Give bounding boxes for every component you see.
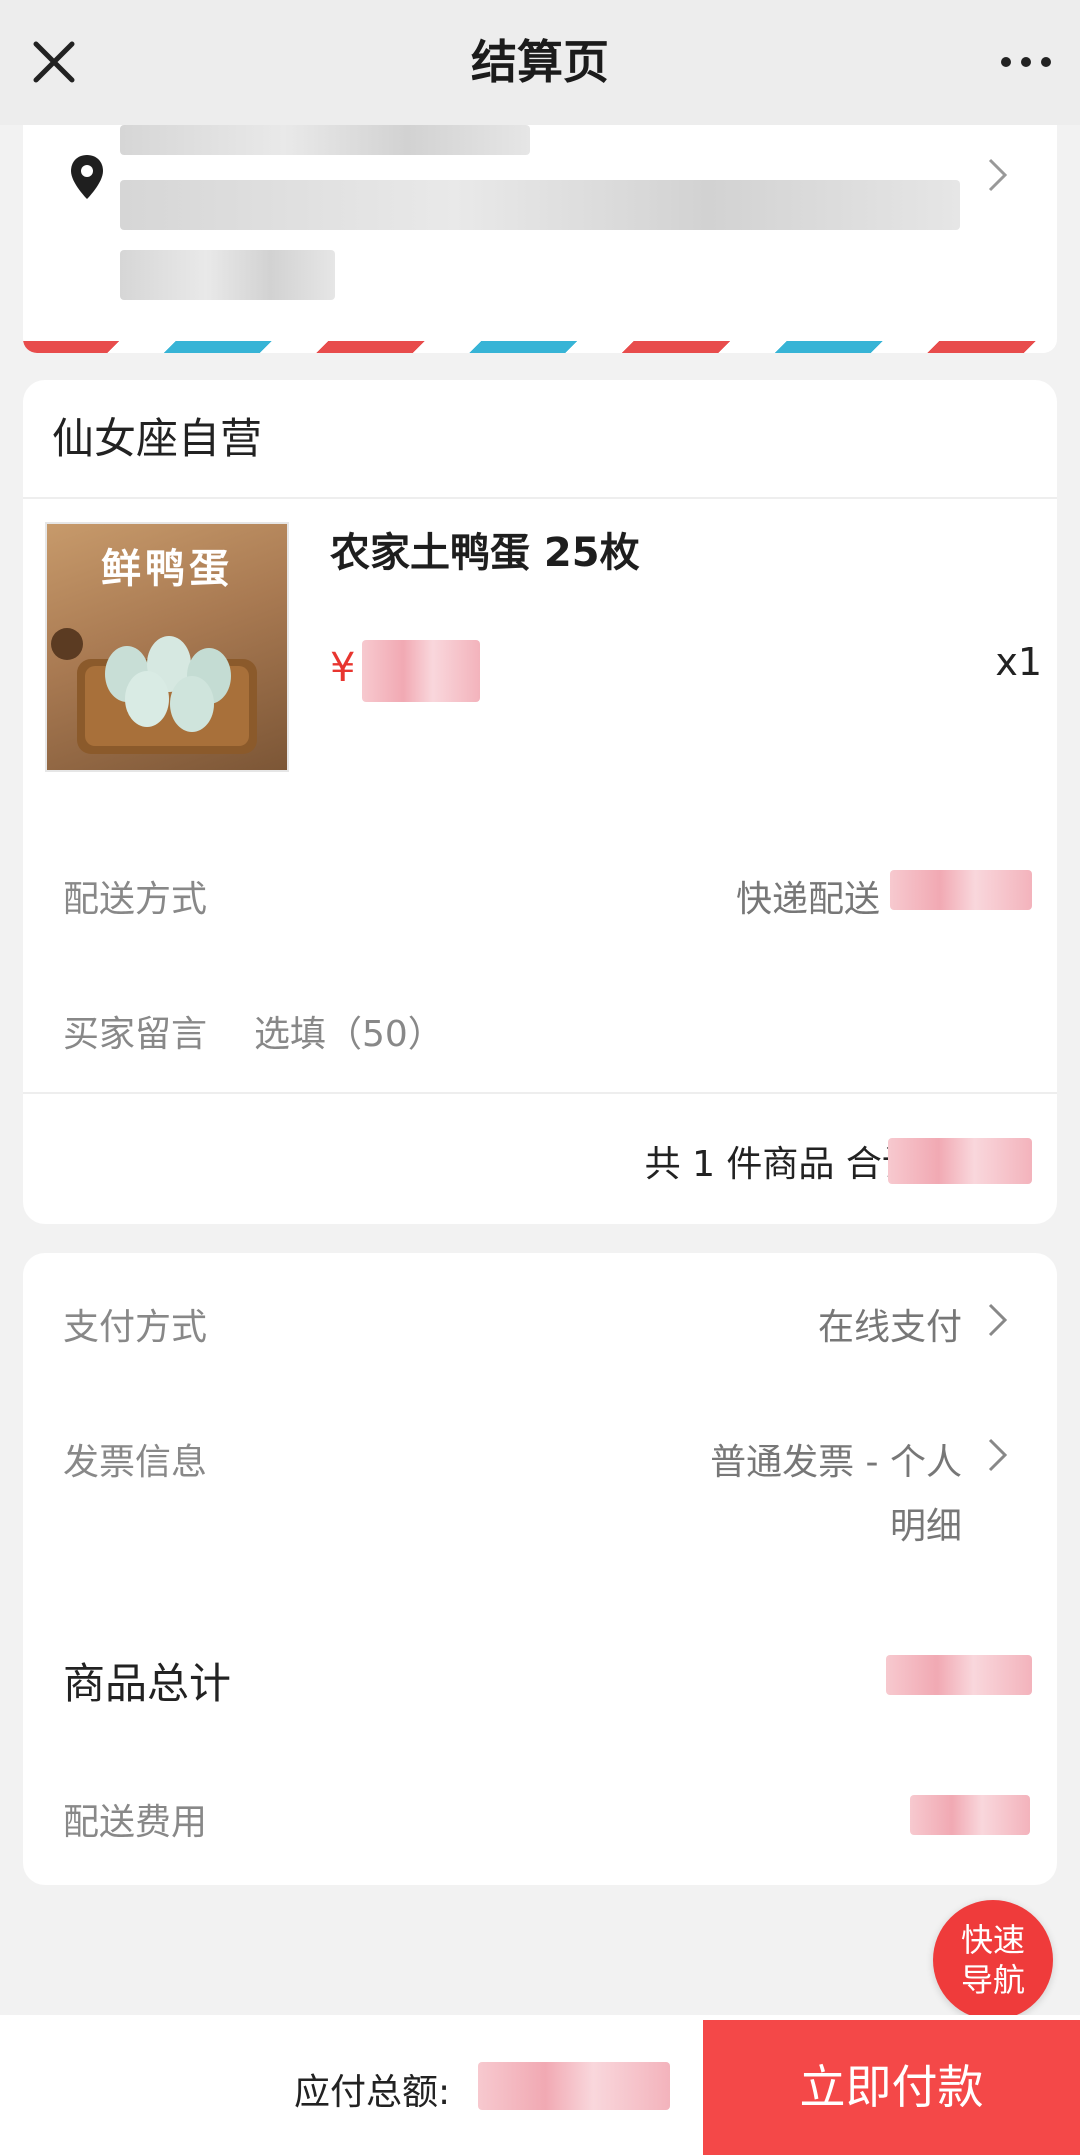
quick-nav-line1: 快速 bbox=[960, 1921, 1025, 1959]
divider bbox=[23, 1092, 1057, 1094]
delivery-label: 配送方式 bbox=[63, 879, 208, 920]
address-line-redacted bbox=[120, 180, 960, 230]
page-title: 结算页 bbox=[471, 35, 609, 89]
price-currency: ¥ bbox=[330, 645, 356, 691]
address-card[interactable] bbox=[23, 125, 1057, 353]
product-name: 农家土鸭蛋 25枚 bbox=[330, 530, 640, 576]
airmail-stripe bbox=[23, 341, 1057, 353]
address-line2-redacted bbox=[120, 250, 335, 300]
payment-method-label: 支付方式 bbox=[63, 1307, 208, 1348]
more-dots-icon[interactable] bbox=[994, 30, 1058, 94]
chevron-right-icon[interactable] bbox=[985, 1300, 1011, 1340]
amount-due-label: 应付总额: bbox=[294, 2072, 451, 2113]
subtotal-redacted bbox=[888, 1138, 1032, 1184]
quick-nav-button[interactable]: 快速 导航 bbox=[933, 1900, 1053, 2020]
divider bbox=[23, 497, 1057, 499]
location-pin-icon bbox=[71, 155, 103, 199]
shipping-fee-redacted bbox=[910, 1795, 1030, 1835]
price-redacted bbox=[362, 640, 480, 702]
product-image[interactable]: 鲜鸭蛋 bbox=[45, 522, 289, 772]
goods-total-redacted bbox=[886, 1655, 1032, 1695]
buyer-message-input[interactable]: 选填（50） bbox=[254, 1005, 444, 1057]
invoice-label: 发票信息 bbox=[63, 1442, 208, 1483]
address-name-redacted bbox=[120, 125, 530, 155]
shop-card bbox=[23, 380, 1057, 1224]
amount-due-redacted bbox=[478, 2062, 670, 2110]
top-bar: 结算页 bbox=[0, 0, 1080, 125]
shop-name: 仙女座自营 bbox=[52, 414, 263, 463]
product-quantity: x1 bbox=[995, 640, 1042, 684]
delivery-value[interactable]: 快递配送 bbox=[736, 870, 880, 922]
invoice-value[interactable]: 普通发票 - 个人 bbox=[710, 1433, 962, 1485]
delivery-fee-redacted bbox=[890, 870, 1032, 910]
goods-total-label: 商品总计 bbox=[63, 1659, 232, 1708]
buyer-message-label: 买家留言 bbox=[63, 1014, 208, 1055]
product-image-text: 鲜鸭蛋 bbox=[101, 545, 233, 592]
invoice-value-detail[interactable]: 明细 bbox=[890, 1497, 962, 1549]
payment-method-value[interactable]: 在线支付 bbox=[818, 1298, 962, 1350]
egg-basket-graphic bbox=[51, 628, 257, 754]
chevron-right-icon bbox=[988, 158, 1008, 192]
pay-now-button[interactable]: 立即付款 bbox=[703, 2020, 1080, 2155]
shipping-fee-label: 配送费用 bbox=[63, 1802, 208, 1843]
quick-nav-line2: 导航 bbox=[960, 1961, 1025, 1999]
chevron-right-icon[interactable] bbox=[985, 1435, 1011, 1475]
